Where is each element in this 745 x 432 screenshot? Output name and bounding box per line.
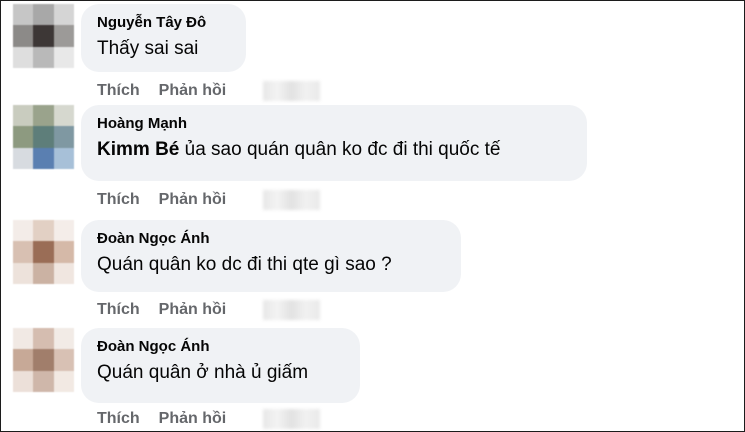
timestamp-blurred bbox=[263, 409, 320, 429]
comment-author[interactable]: Đoàn Ngọc Ánh bbox=[97, 337, 344, 357]
mention-link[interactable]: Kimm Bé bbox=[97, 139, 179, 160]
avatar[interactable] bbox=[13, 220, 74, 284]
timestamp-blurred bbox=[263, 300, 320, 320]
comment-text: Kimm Bé ủa sao quán quân ko đc đi thi qu… bbox=[97, 137, 571, 163]
comment-body: ủa sao quán quân ko đc đi thi quốc tế bbox=[179, 139, 501, 160]
comment-thread: Nguyễn Tây Đô Thấy sai sai Thích Phản hồi… bbox=[0, 0, 745, 432]
reply-link[interactable]: Phản hồi bbox=[159, 301, 227, 318]
comment-actions: Thích Phản hồi bbox=[97, 301, 226, 319]
timestamp-blurred bbox=[263, 190, 320, 210]
comment-author[interactable]: Nguyễn Tây Đô bbox=[97, 13, 230, 33]
like-link[interactable]: Thích bbox=[97, 301, 140, 318]
avatar[interactable] bbox=[13, 328, 74, 392]
comment-bubble: Đoàn Ngọc Ánh Quán quân ở nhà ủ giấm bbox=[81, 328, 360, 403]
comment-actions: Thích Phản hồi bbox=[97, 191, 226, 209]
avatar[interactable] bbox=[13, 105, 74, 169]
comment-bubble: Nguyễn Tây Đô Thấy sai sai bbox=[81, 4, 246, 72]
comment-author[interactable]: Đoàn Ngọc Ánh bbox=[97, 229, 445, 249]
reply-link[interactable]: Phản hồi bbox=[159, 410, 227, 427]
reply-link[interactable]: Phản hồi bbox=[159, 82, 227, 99]
comment-text: Quán quân ở nhà ủ giấm bbox=[97, 362, 309, 383]
like-link[interactable]: Thích bbox=[97, 191, 140, 208]
like-link[interactable]: Thích bbox=[97, 82, 140, 99]
comment-author[interactable]: Hoàng Mạnh bbox=[97, 114, 571, 134]
like-link[interactable]: Thích bbox=[97, 410, 140, 427]
comment-actions: Thích Phản hồi bbox=[97, 82, 226, 100]
comment-text: Thấy sai sai bbox=[97, 38, 199, 59]
timestamp-blurred bbox=[263, 81, 320, 101]
reply-link[interactable]: Phản hồi bbox=[159, 191, 227, 208]
comment-bubble: Đoàn Ngọc Ánh Quán quân ko dc đi thi qte… bbox=[81, 220, 461, 292]
avatar[interactable] bbox=[13, 4, 74, 68]
comment-bubble: Hoàng Mạnh Kimm Bé ủa sao quán quân ko đ… bbox=[81, 105, 587, 181]
comment-actions: Thích Phản hồi bbox=[97, 410, 226, 428]
comment-text: Quán quân ko dc đi thi qte gì sao ? bbox=[97, 254, 392, 275]
